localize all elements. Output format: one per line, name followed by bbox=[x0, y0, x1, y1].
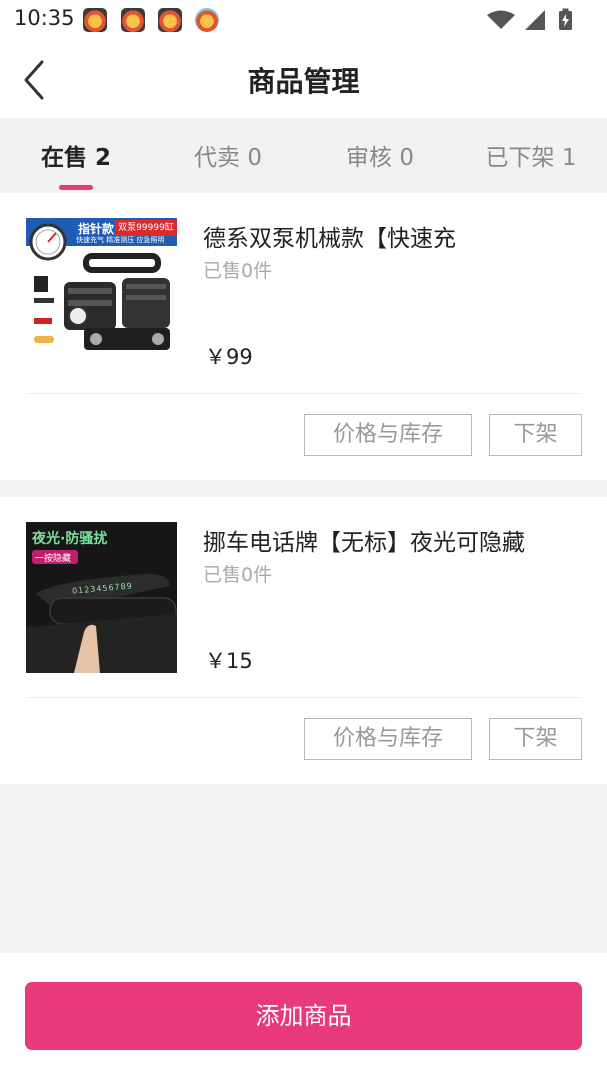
lion-app-icon bbox=[121, 8, 145, 32]
product-sold-count: 已售0件 bbox=[203, 564, 273, 586]
product-card[interactable]: 夜光·防骚扰 一按隐藏 0123456789 挪车电话牌【无标】夜光可隐藏 已售… bbox=[0, 497, 607, 784]
delist-button[interactable]: 下架 bbox=[489, 414, 582, 456]
wifi-icon bbox=[487, 10, 515, 29]
product-price: ￥15 bbox=[205, 649, 253, 673]
status-time: 10:35 bbox=[14, 6, 75, 30]
status-bar: 10:35 bbox=[0, 0, 607, 40]
delist-button[interactable]: 下架 bbox=[489, 718, 582, 760]
lion-app-icon bbox=[83, 8, 107, 32]
card-divider bbox=[26, 697, 582, 698]
battery-charging-icon bbox=[559, 8, 572, 30]
status-indicators bbox=[487, 8, 572, 30]
thumb-tag: 一按隐藏 bbox=[35, 554, 72, 564]
tab-review[interactable]: 审核 0 bbox=[304, 138, 456, 172]
thumb-subtitle: 快速充气 精准测压 应急照明 bbox=[76, 236, 165, 244]
product-image-air-compressor[interactable]: 指针款 双泵99999缸 快速充气 精准测压 应急照明 bbox=[26, 218, 177, 369]
bottom-bar: 添加商品 bbox=[0, 953, 607, 1080]
active-tab-indicator bbox=[59, 185, 93, 190]
tab-delisted[interactable]: 已下架 1 bbox=[455, 138, 607, 172]
product-sold-count: 已售0件 bbox=[203, 260, 273, 282]
product-price: ￥99 bbox=[205, 345, 253, 369]
add-product-button[interactable]: 添加商品 bbox=[25, 982, 582, 1050]
nav-bar: 商品管理 bbox=[0, 40, 607, 118]
tab-on-sale[interactable]: 在售 2 bbox=[0, 138, 152, 172]
product-name[interactable]: 挪车电话牌【无标】夜光可隐藏 bbox=[203, 523, 593, 557]
status-tabs: 在售 2 代卖 0 审核 0 已下架 1 bbox=[0, 118, 607, 193]
thumb-headline: 夜光·防骚扰 bbox=[32, 531, 108, 547]
price-stock-button[interactable]: 价格与库存 bbox=[304, 414, 472, 456]
product-image-parking-number-plate[interactable]: 夜光·防骚扰 一按隐藏 0123456789 bbox=[26, 522, 177, 673]
signal-icon bbox=[525, 10, 545, 30]
card-divider bbox=[26, 393, 582, 394]
page-title: 商品管理 bbox=[247, 65, 360, 98]
tab-consignment[interactable]: 代卖 0 bbox=[152, 138, 304, 172]
lion-app-icon bbox=[195, 8, 219, 32]
product-name[interactable]: 德系双泵机械款【快速充 bbox=[203, 219, 593, 253]
lion-app-icon bbox=[158, 8, 182, 32]
price-stock-button[interactable]: 价格与库存 bbox=[304, 718, 472, 760]
product-card[interactable]: 指针款 双泵99999缸 快速充气 精准测压 应急照明 德系双泵机械款【快速充 … bbox=[0, 193, 607, 480]
thumb-badge: 双泵99999缸 bbox=[115, 220, 177, 236]
